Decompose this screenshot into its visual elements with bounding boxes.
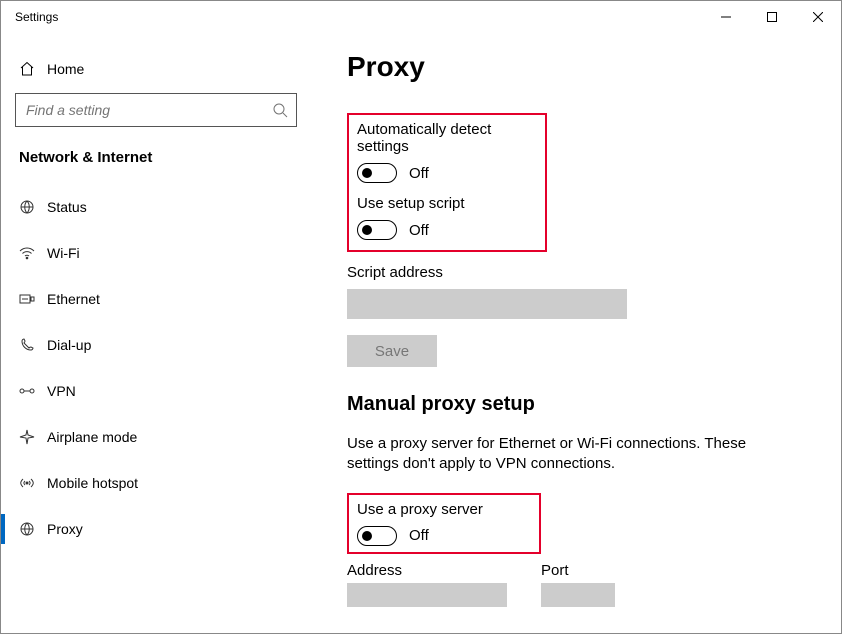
home-label: Home — [47, 61, 84, 77]
script-address-input — [347, 289, 627, 319]
nav-status[interactable]: Status — [1, 184, 311, 230]
vpn-icon — [19, 383, 47, 399]
use-script-toggle[interactable] — [357, 220, 397, 240]
nav-dialup[interactable]: Dial-up — [1, 322, 311, 368]
nav-hotspot[interactable]: Mobile hotspot — [1, 460, 311, 506]
sidebar: Home Network & Internet Status — [1, 33, 311, 635]
status-icon — [19, 199, 47, 215]
nav-wifi[interactable]: Wi-Fi — [1, 230, 311, 276]
sidebar-section-title: Network & Internet — [1, 139, 311, 184]
script-address-label: Script address — [347, 264, 801, 281]
highlight-proxy-box: Use a proxy server Off — [347, 493, 541, 554]
nav-label: VPN — [47, 383, 76, 399]
nav-ethernet[interactable]: Ethernet — [1, 276, 311, 322]
auto-detect-state: Off — [409, 165, 429, 182]
title-bar: Settings — [1, 1, 841, 33]
airplane-icon — [19, 429, 47, 445]
use-script-label: Use setup script — [357, 195, 537, 212]
auto-detect-toggle[interactable] — [357, 163, 397, 183]
main-content: Proxy Automatically detect settings Off … — [311, 33, 841, 635]
window-title: Settings — [15, 10, 58, 24]
port-label: Port — [541, 562, 615, 579]
search-input[interactable] — [26, 102, 272, 118]
manual-description: Use a proxy server for Ethernet or Wi-Fi… — [347, 434, 787, 475]
nav-proxy[interactable]: Proxy — [1, 506, 311, 552]
highlight-auto-box: Automatically detect settings Off Use se… — [347, 113, 547, 252]
page-title: Proxy — [347, 51, 801, 83]
use-script-state: Off — [409, 222, 429, 239]
use-proxy-toggle[interactable] — [357, 526, 397, 546]
use-proxy-state: Off — [409, 527, 429, 544]
home-nav[interactable]: Home — [1, 51, 311, 87]
ethernet-icon — [19, 291, 47, 307]
use-proxy-label: Use a proxy server — [357, 501, 483, 518]
dialup-icon — [19, 337, 47, 353]
nav-label: Mobile hotspot — [47, 475, 138, 491]
nav-label: Dial-up — [47, 337, 91, 353]
wifi-icon — [19, 245, 47, 261]
search-box[interactable] — [15, 93, 297, 127]
proxy-icon — [19, 521, 47, 537]
home-icon — [19, 61, 47, 77]
address-label: Address — [347, 562, 507, 579]
hotspot-icon — [19, 475, 47, 491]
nav-label: Status — [47, 199, 87, 215]
nav-label: Proxy — [47, 521, 83, 537]
address-input — [347, 583, 507, 607]
save-button: Save — [347, 335, 437, 367]
nav-label: Wi-Fi — [47, 245, 80, 261]
port-input — [541, 583, 615, 607]
manual-section-title: Manual proxy setup — [347, 393, 801, 416]
nav-vpn[interactable]: VPN — [1, 368, 311, 414]
nav-airplane[interactable]: Airplane mode — [1, 414, 311, 460]
auto-detect-label: Automatically detect settings — [357, 121, 537, 155]
nav-label: Ethernet — [47, 291, 100, 307]
search-icon — [272, 102, 288, 118]
maximize-button[interactable] — [749, 2, 795, 32]
nav-label: Airplane mode — [47, 429, 137, 445]
minimize-button[interactable] — [703, 2, 749, 32]
close-button[interactable] — [795, 2, 841, 32]
